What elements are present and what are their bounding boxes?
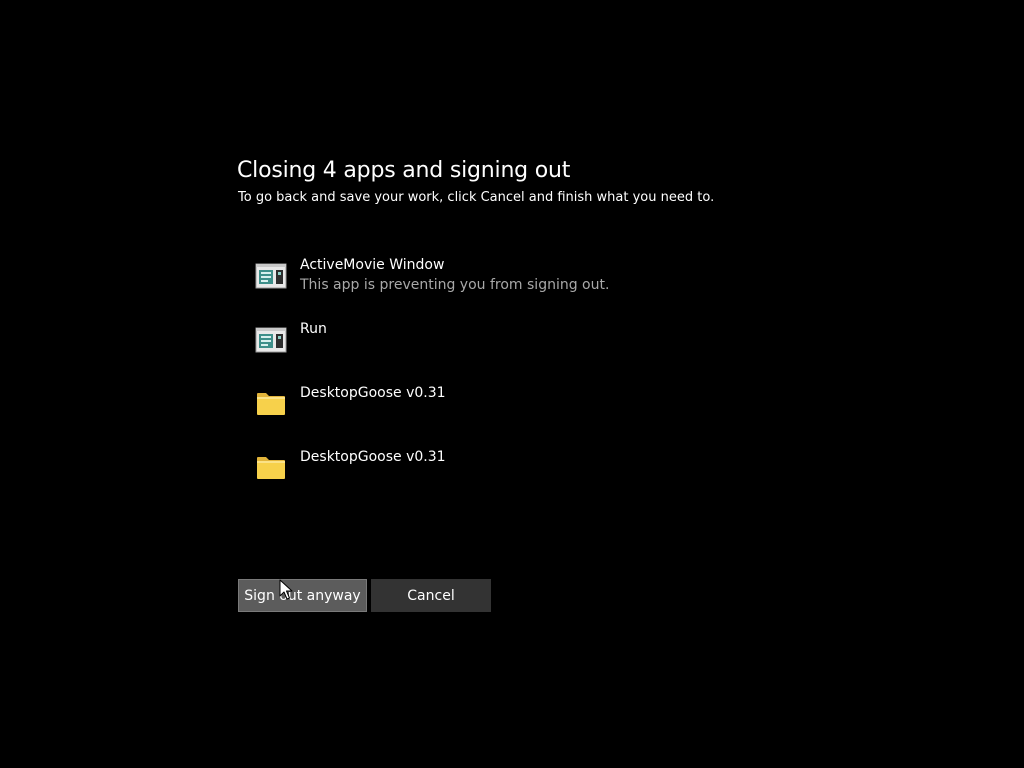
sign-out-anyway-button[interactable]: Sign out anyway	[238, 579, 367, 612]
app-name: DesktopGoose v0.31	[300, 385, 446, 401]
app-name: ActiveMovie Window	[300, 257, 445, 273]
list-item: DesktopGoose v0.31	[255, 384, 775, 448]
list-item: ActiveMovie Window This app is preventin…	[255, 256, 775, 320]
list-item: Run	[255, 320, 775, 384]
folder-icon	[255, 452, 287, 484]
window-app-icon	[255, 260, 287, 292]
list-item: DesktopGoose v0.31	[255, 448, 775, 512]
app-blocking-note: This app is preventing you from signing …	[300, 277, 610, 293]
dialog-title: Closing 4 apps and signing out	[237, 158, 571, 183]
cancel-button[interactable]: Cancel	[371, 579, 491, 612]
app-name: DesktopGoose v0.31	[300, 449, 446, 465]
blocking-app-list: ActiveMovie Window This app is preventin…	[255, 256, 775, 512]
sign-out-screen: Closing 4 apps and signing out To go bac…	[0, 0, 1024, 768]
dialog-subtitle: To go back and save your work, click Can…	[238, 190, 715, 205]
mouse-pointer-icon	[279, 579, 293, 601]
window-app-icon	[255, 324, 287, 356]
folder-icon	[255, 388, 287, 420]
app-name: Run	[300, 321, 327, 337]
